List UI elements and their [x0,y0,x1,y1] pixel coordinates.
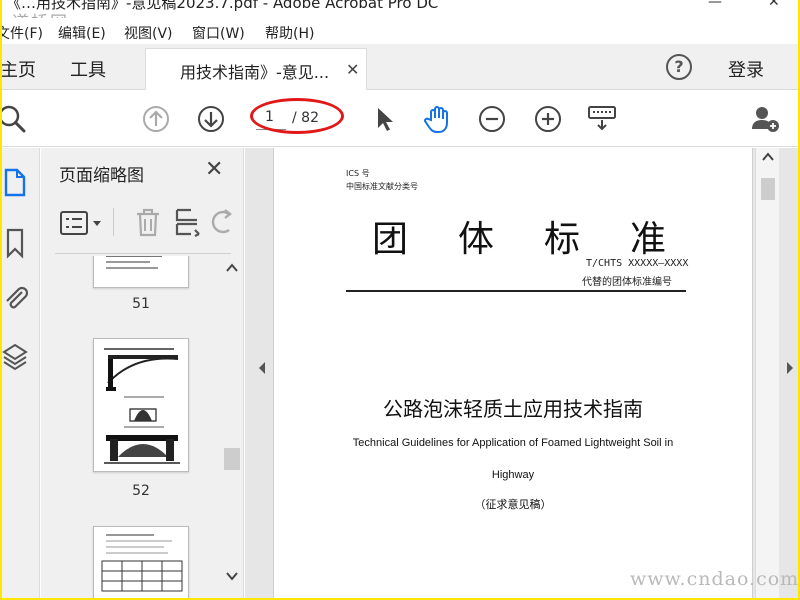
header-char: 准 [630,219,667,260]
prev-page-icon[interactable] [140,103,172,135]
thumbnail-page-number: 52 [132,483,150,499]
bridge-drawing-thumbnail [104,348,180,464]
panel-toolbar [57,204,237,244]
toolbar: 1 / 82 [2,91,798,147]
thumbnail-page-52[interactable] [93,338,189,472]
login-button[interactable]: 登录 [728,56,764,82]
thumbnail-options-icon[interactable] [59,208,105,238]
document-title-en-line1: Technical Guidelines for Application of … [352,437,674,449]
header-char: 体 [458,219,495,260]
thumbnail-page-53[interactable] [93,526,189,598]
replace-note: 代替的团体标准编号 [582,277,672,288]
menu-help[interactable]: 帮助(H) [265,23,314,43]
trash-icon[interactable] [133,206,163,238]
close-panel-icon[interactable]: ✕ [205,157,223,182]
add-user-icon[interactable] [750,103,782,135]
standard-number: T/CHTS XXXXX—XXXX [586,258,689,269]
minimize-button[interactable]: — [708,0,722,10]
table-thumbnail [101,534,183,592]
header-rule [346,290,686,292]
document-title-cn: 公路泡沫轻质土应用技术指南 [383,397,643,421]
panel-scrollbar-thumb[interactable] [224,448,240,470]
close-tab-icon[interactable]: ✕ [346,60,359,79]
header-char: 标 [544,219,581,260]
doc-scroll-up-icon[interactable] [759,150,777,164]
window-title: 《…用技术指南》-意见稿2023.7.pdf - Adobe Acrobat P… [6,0,439,12]
watermark-bottom-right: www.cndao.com [630,568,798,590]
document-tab-label: 用技术指南》-意见... [180,63,330,82]
help-icon[interactable]: ? [666,54,692,80]
search-icon[interactable] [2,103,28,135]
thumbnail-page-51[interactable] [93,256,189,288]
classification-number: 中国标准文献分类号 [346,182,418,191]
page-thumbnails-icon[interactable] [2,166,30,200]
tab-document[interactable]: 用技术指南》-意见... ✕ [145,48,367,90]
thumbnail-list: 51 52 [41,256,226,598]
menu-edit[interactable]: 编辑(E) [58,23,106,43]
acrobat-window: 《…用技术指南》-意见稿2023.7.pdf - Adobe Acrobat P… [2,0,798,598]
document-scrollbar[interactable] [755,148,779,598]
hand-tool-icon[interactable] [422,103,454,135]
ics-number: ICS 号 [346,169,370,178]
attachments-icon[interactable] [2,282,30,316]
page-thumbnails-panel: 页面缩略图 ✕ 51 52 [41,148,244,598]
scroll-up-icon[interactable] [223,260,241,276]
header-char: 团 [372,219,409,260]
keyboard-icon[interactable] [586,103,618,135]
tab-home[interactable]: 主页 [2,56,36,82]
collapse-right-icon[interactable] [785,360,795,376]
bookmarks-icon[interactable] [2,226,30,260]
document-view: ICS 号 中国标准文献分类号 团 体 标 准 T/CHTS XXXXX—XXX… [245,148,798,598]
close-window-button[interactable]: ✕ [768,0,780,10]
pdf-page: ICS 号 中国标准文献分类号 团 体 标 准 T/CHTS XXXXX—XXX… [273,148,753,598]
zoom-in-icon[interactable] [532,103,564,135]
highlight-ellipse [250,98,344,134]
layers-icon[interactable] [2,340,30,374]
extract-pages-icon[interactable] [173,206,203,238]
next-page-icon[interactable] [195,103,227,135]
title-bar: 《…用技术指南》-意见稿2023.7.pdf - Adobe Acrobat P… [2,0,798,14]
tab-bar: 主页 工具 用技术指南》-意见... ✕ ? 登录 [2,44,798,90]
scroll-down-icon[interactable] [223,568,241,584]
panel-title: 页面缩略图 [59,166,144,186]
panel-divider [55,253,231,254]
thumbnail-page-number: 51 [132,296,150,312]
rotate-icon[interactable] [211,208,235,238]
tab-tools[interactable]: 工具 [70,56,106,82]
zoom-out-icon[interactable] [476,103,508,135]
menu-file[interactable]: 文件(F) [2,23,43,43]
menu-bar: 文件(F) 编辑(E) 视图(V) 窗口(W) 帮助(H) [2,18,798,44]
left-navigation-rail [2,148,40,598]
menu-view[interactable]: 视图(V) [124,23,173,43]
draft-note: （征求意见稿） [474,498,552,511]
menu-window[interactable]: 窗口(W) [192,23,245,43]
collapse-left-icon[interactable] [257,360,267,376]
doc-scrollbar-thumb[interactable] [761,178,775,200]
document-title-en-line2: Highway [491,469,535,481]
select-arrow-icon[interactable] [368,103,400,135]
